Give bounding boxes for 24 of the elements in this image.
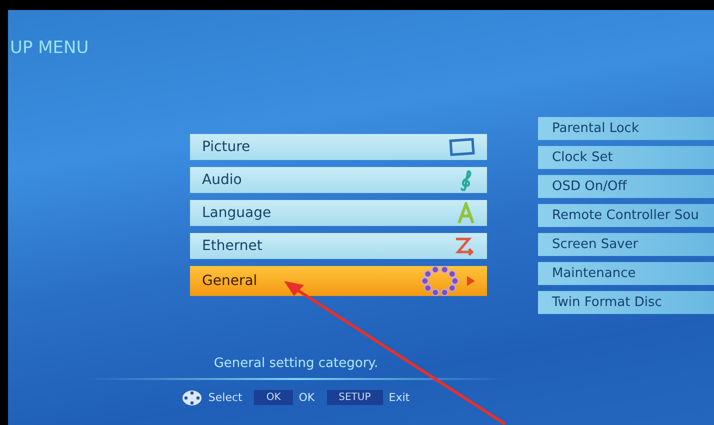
zigzag-arrow-icon [453,235,475,257]
letter-a-icon [457,202,475,224]
category-item[interactable]: Language [190,200,487,226]
legend-action: OK [298,390,315,406]
key-label: OK [254,390,293,406]
legend-action: Exit [388,390,410,406]
category-item[interactable]: Picture [190,134,487,160]
submenu-item[interactable]: Remote Controller Sou [538,204,714,227]
menu-title: UP MENU [10,38,89,58]
dpad-icon [182,390,202,406]
category-item[interactable]: Audio [190,167,487,193]
submenu-item[interactable]: Clock Set [538,146,714,169]
dot-ring-icon [421,265,459,297]
submenu-item[interactable]: Twin Format Disc [538,291,714,314]
description-text: General setting category. [214,355,378,373]
submenu-item[interactable]: Parental Lock [538,117,714,140]
category-item[interactable]: General [190,266,487,296]
legend-action: Select [208,390,242,406]
submenu-item[interactable]: OSD On/Off [538,175,714,198]
category-item[interactable]: Ethernet [190,233,487,259]
right-triangle-icon [467,276,475,286]
submenu-item[interactable]: Screen Saver [538,233,714,256]
key-label: SETUP [326,390,383,406]
submenu-item[interactable]: Maintenance [538,262,714,285]
